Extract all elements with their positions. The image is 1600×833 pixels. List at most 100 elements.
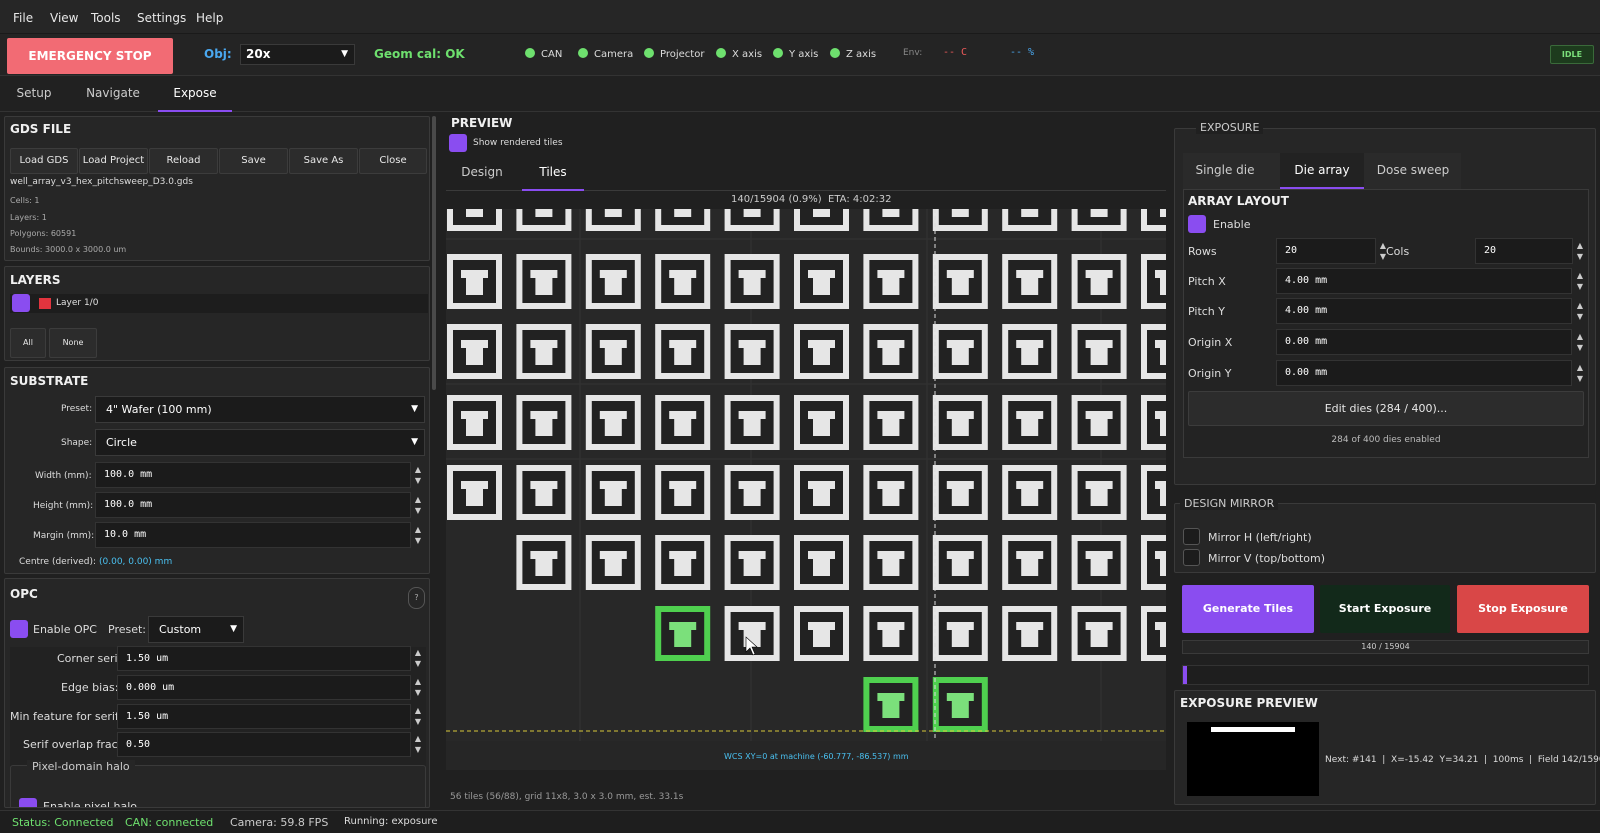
edit-dies-button[interactable]: Edit dies (284 / 400)... [1188, 391, 1584, 426]
menu-help[interactable]: Help [196, 11, 223, 25]
tab-design[interactable]: Design [456, 155, 508, 191]
load-project-button[interactable]: Load Project [79, 148, 148, 174]
min-feature-field[interactable]: 1.50 um [117, 704, 411, 729]
stop-exposure-button[interactable]: Stop Exposure [1457, 585, 1589, 633]
height-stepper[interactable]: ▲ ▼ [411, 494, 425, 516]
gds-file-panel: GDS FILE Load GDS Load Project Reload Sa… [4, 116, 430, 261]
corner-serif-stepper[interactable]: ▲ ▼ [411, 647, 425, 669]
exposure-progress-bar [1182, 665, 1589, 685]
exposure-title: EXPOSURE [1196, 121, 1264, 134]
objective-value: 20x [246, 47, 271, 61]
menu-view[interactable]: View [50, 11, 78, 25]
origin-x-field[interactable]: 0.00 mm [1276, 329, 1572, 355]
tab-dose-sweep[interactable]: Dose sweep [1373, 153, 1453, 189]
gds-file-title: GDS FILE [10, 122, 72, 136]
array-enable-label: Enable [1213, 218, 1251, 231]
tab-tiles[interactable]: Tiles [522, 155, 584, 191]
tab-expose[interactable]: Expose [158, 76, 232, 112]
progress-fill [1183, 666, 1187, 684]
enable-pixel-halo-checkbox[interactable] [19, 798, 37, 807]
enable-opc-checkbox[interactable] [10, 620, 28, 638]
geom-cal-status: Geom cal: OK [374, 47, 465, 61]
origin-x-stepper[interactable]: ▲ ▼ [1573, 331, 1587, 353]
tile [724, 395, 780, 450]
tab-single-die[interactable]: Single die [1189, 153, 1261, 189]
save-button[interactable]: Save [219, 148, 288, 174]
origin-y-stepper[interactable]: ▲ ▼ [1573, 362, 1587, 384]
load-gds-button[interactable]: Load GDS [10, 148, 78, 174]
corner-serif-field[interactable]: 1.50 um [117, 646, 411, 671]
objective-label: Obj: [204, 47, 232, 61]
tile [516, 535, 572, 590]
layer-visible-checkbox[interactable] [12, 294, 30, 312]
exposure-progress-text: 140 / 15904 [1182, 640, 1589, 654]
edge-bias-stepper[interactable]: ▲ ▼ [411, 676, 425, 698]
enable-opc-label: Enable OPC [33, 623, 97, 636]
width-stepper[interactable]: ▲ ▼ [411, 464, 425, 486]
show-rendered-tiles-label: Show rendered tiles [473, 138, 563, 148]
height-field[interactable]: 100.0 mm [95, 492, 411, 518]
pitch-x-field[interactable]: 4.00 mm [1276, 268, 1572, 294]
cols-label: Cols [1386, 245, 1410, 258]
min-feature-stepper[interactable]: ▲ ▼ [411, 705, 425, 727]
start-exposure-button[interactable]: Start Exposure [1320, 585, 1450, 633]
env-label: Env: [903, 48, 923, 58]
preview-canvas[interactable]: WCS XY=0 at machine (-60.777, -86.537) m… [446, 209, 1166, 770]
tile [932, 395, 988, 450]
mirror-v-checkbox[interactable] [1183, 549, 1200, 566]
mirror-h-checkbox[interactable] [1183, 528, 1200, 545]
array-enable-checkbox[interactable] [1188, 215, 1206, 233]
tab-navigate[interactable]: Navigate [80, 76, 146, 112]
layers-all-button[interactable]: All [10, 328, 46, 358]
menu-file[interactable]: File [13, 11, 33, 25]
status-dot-icon [773, 48, 783, 58]
status-dot-icon [716, 48, 726, 58]
rows-field[interactable]: 20 [1276, 238, 1376, 264]
cols-stepper[interactable]: ▲ ▼ [1573, 240, 1587, 262]
edge-bias-field[interactable]: 0.000 um [117, 675, 411, 700]
emergency-stop-button[interactable]: EMERGENCY STOP [7, 38, 173, 74]
pitch-x-stepper[interactable]: ▲ ▼ [1573, 270, 1587, 292]
origin-y-field[interactable]: 0.00 mm [1276, 360, 1572, 386]
reload-button[interactable]: Reload [149, 148, 218, 174]
gds-filename: well_array_v3_hex_pitchsweep_D3.0.gds [10, 177, 193, 187]
generate-tiles-button[interactable]: Generate Tiles [1182, 585, 1314, 633]
menu-tools[interactable]: Tools [91, 11, 121, 25]
layer-row[interactable]: Layer 1/0 [10, 294, 428, 313]
show-rendered-tiles-checkbox[interactable] [449, 134, 467, 152]
pitch-y-stepper[interactable]: ▲ ▼ [1573, 300, 1587, 322]
cols-field[interactable]: 20 [1475, 238, 1573, 264]
margin-stepper[interactable]: ▲ ▼ [411, 524, 425, 546]
tab-die-array[interactable]: Die array [1280, 153, 1364, 189]
tile [863, 395, 919, 450]
objective-select[interactable]: 20x ▼ [240, 44, 355, 65]
substrate-shape-select[interactable]: Circle ▼ [95, 429, 425, 456]
menu-settings[interactable]: Settings [137, 11, 186, 25]
serif-overlap-stepper[interactable]: ▲ ▼ [411, 733, 425, 755]
margin-field[interactable]: 10.0 mm [95, 522, 411, 548]
preview-tabs: Design Tiles [446, 155, 1166, 191]
tab-setup[interactable]: Setup [7, 76, 61, 112]
pixel-halo-title: Pixel-domain halo [27, 760, 135, 773]
opc-title: OPC [10, 587, 38, 601]
opc-preset-select[interactable]: Custom ▼ [148, 616, 244, 643]
pitch-y-field[interactable]: 4.00 mm [1276, 298, 1572, 324]
status-connection: Status: Connected [12, 816, 114, 829]
width-field[interactable]: 100.0 mm [95, 462, 411, 488]
tile [1071, 209, 1127, 231]
close-button[interactable]: Close [359, 148, 427, 174]
tile [516, 209, 572, 231]
tile [932, 209, 988, 231]
status-projector: Projector [644, 48, 704, 60]
tile [863, 535, 919, 590]
layers-none-button[interactable]: None [49, 328, 97, 358]
tile [1071, 535, 1127, 590]
substrate-preset-select[interactable]: 4" Wafer (100 mm) ▼ [95, 396, 425, 423]
save-as-button[interactable]: Save As [289, 148, 358, 174]
serif-overlap-field[interactable]: 0.50 [117, 732, 411, 757]
help-icon[interactable]: ? [408, 587, 425, 609]
tile [724, 324, 780, 379]
left-scrollbar[interactable] [432, 116, 436, 390]
gds-bounds: Bounds: 3000.0 x 3000.0 um [10, 245, 127, 254]
tile [932, 606, 988, 661]
